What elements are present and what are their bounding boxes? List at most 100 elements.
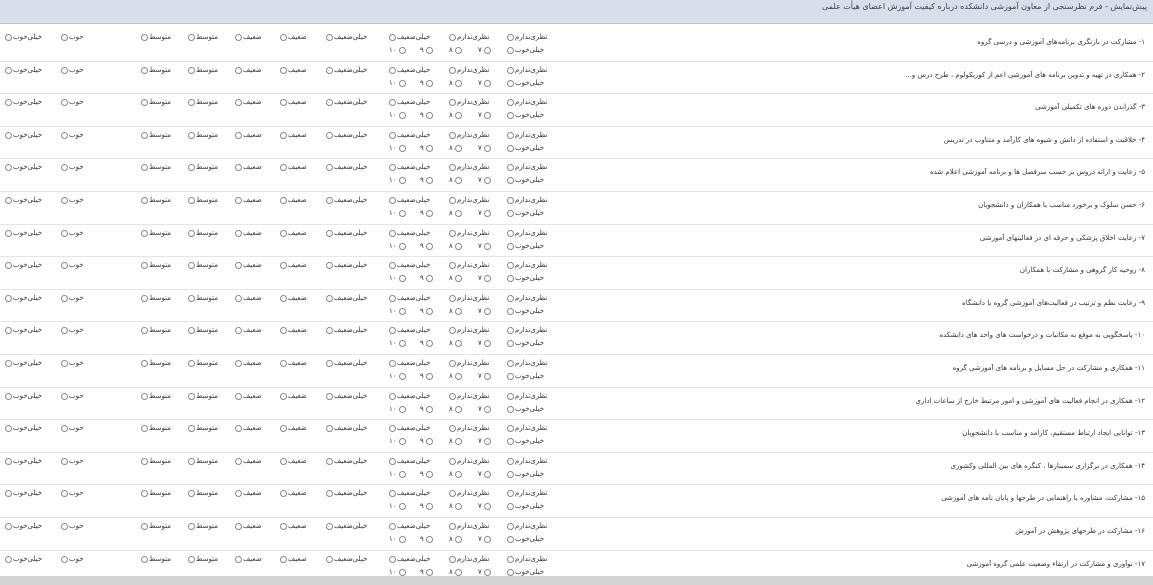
- radio-button[interactable]: [449, 359, 456, 367]
- option-very-poor[interactable]: خیلی‌ضعیف: [389, 359, 430, 368]
- option-no-opinion[interactable]: نظری‌ندارم: [507, 457, 547, 466]
- radio-button[interactable]: [398, 112, 406, 120]
- option-very-poor[interactable]: خیلی‌ضعیف: [326, 261, 367, 270]
- option-average[interactable]: متوسط: [141, 98, 171, 107]
- option-good[interactable]: خوب: [61, 261, 84, 270]
- option-very-poor[interactable]: خیلی‌ضعیف: [389, 489, 430, 498]
- option-very-good[interactable]: خیلی‌خوب: [507, 46, 544, 55]
- radio-button[interactable]: [454, 112, 462, 120]
- option-poor[interactable]: ضعیف: [280, 229, 307, 238]
- radio-button[interactable]: [280, 522, 287, 530]
- radio-button[interactable]: [507, 470, 514, 478]
- option-average[interactable]: متوسط: [141, 66, 171, 75]
- option-no-opinion[interactable]: نظری‌ندارم: [449, 522, 489, 531]
- option-very-good[interactable]: خیلی‌خوب: [507, 307, 544, 316]
- option-n7[interactable]: ۷: [478, 242, 491, 251]
- radio-button[interactable]: [235, 66, 242, 74]
- option-no-opinion[interactable]: نظری‌ندارم: [507, 131, 547, 140]
- option-poor[interactable]: ضعیف: [235, 489, 262, 498]
- radio-button[interactable]: [141, 196, 148, 204]
- radio-button[interactable]: [507, 112, 514, 120]
- radio-button[interactable]: [483, 307, 491, 315]
- option-poor[interactable]: ضعیف: [280, 163, 307, 172]
- radio-button[interactable]: [483, 438, 491, 446]
- option-n10[interactable]: ۱۰: [389, 535, 406, 544]
- option-n9[interactable]: ۹: [420, 274, 433, 283]
- option-average[interactable]: متوسط: [188, 359, 218, 368]
- radio-button[interactable]: [398, 568, 406, 576]
- radio-button[interactable]: [454, 372, 462, 380]
- radio-button[interactable]: [5, 229, 12, 237]
- option-very-poor[interactable]: خیلی‌ضعیف: [389, 163, 430, 172]
- option-no-opinion[interactable]: نظری‌ندارم: [449, 489, 489, 498]
- option-good[interactable]: خوب: [61, 196, 84, 205]
- radio-button[interactable]: [483, 47, 491, 54]
- option-very-poor[interactable]: خیلی‌ضعیف: [389, 196, 430, 205]
- option-very-good[interactable]: خیلی‌خوب: [507, 339, 544, 348]
- radio-button[interactable]: [188, 196, 195, 204]
- radio-button[interactable]: [398, 242, 406, 250]
- option-very-good[interactable]: خیلی‌خوب: [5, 33, 42, 42]
- option-n10[interactable]: ۱۰: [389, 46, 406, 55]
- radio-button[interactable]: [389, 457, 396, 465]
- option-average[interactable]: متوسط: [188, 326, 218, 335]
- radio-button[interactable]: [61, 457, 68, 465]
- option-n7[interactable]: ۷: [478, 79, 491, 88]
- radio-button[interactable]: [141, 262, 148, 270]
- radio-button[interactable]: [5, 327, 12, 335]
- option-n7[interactable]: ۷: [478, 111, 491, 120]
- option-average[interactable]: متوسط: [188, 196, 218, 205]
- option-poor[interactable]: ضعیف: [280, 131, 307, 140]
- radio-button[interactable]: [449, 196, 456, 204]
- radio-button[interactable]: [507, 47, 514, 54]
- radio-button[interactable]: [141, 229, 148, 237]
- option-no-opinion[interactable]: نظری‌ندارم: [449, 131, 489, 140]
- radio-button[interactable]: [141, 425, 148, 433]
- radio-button[interactable]: [389, 66, 396, 74]
- radio-button[interactable]: [398, 144, 406, 152]
- radio-button[interactable]: [425, 177, 433, 185]
- radio-button[interactable]: [483, 372, 491, 380]
- option-n10[interactable]: ۱۰: [389, 111, 406, 120]
- option-good[interactable]: خوب: [61, 424, 84, 433]
- radio-button[interactable]: [454, 470, 462, 478]
- option-n10[interactable]: ۱۰: [389, 502, 406, 511]
- option-n9[interactable]: ۹: [420, 470, 433, 479]
- option-n10[interactable]: ۱۰: [389, 144, 406, 153]
- radio-button[interactable]: [141, 327, 148, 335]
- radio-button[interactable]: [280, 555, 287, 563]
- option-n8[interactable]: ۸: [449, 274, 462, 283]
- option-average[interactable]: متوسط: [188, 457, 218, 466]
- radio-button[interactable]: [5, 294, 12, 302]
- radio-button[interactable]: [389, 522, 396, 530]
- option-very-poor[interactable]: خیلی‌ضعیف: [326, 294, 367, 303]
- option-n9[interactable]: ۹: [420, 437, 433, 446]
- radio-button[interactable]: [235, 490, 242, 498]
- radio-button[interactable]: [398, 275, 406, 283]
- option-average[interactable]: متوسط: [141, 261, 171, 270]
- radio-button[interactable]: [507, 131, 514, 139]
- radio-button[interactable]: [425, 144, 433, 152]
- option-n9[interactable]: ۹: [420, 372, 433, 381]
- option-no-opinion[interactable]: نظری‌ندارم: [449, 66, 489, 75]
- option-poor[interactable]: ضعیف: [280, 555, 307, 564]
- radio-button[interactable]: [61, 327, 68, 335]
- radio-button[interactable]: [389, 294, 396, 302]
- radio-button[interactable]: [449, 34, 456, 41]
- radio-button[interactable]: [398, 177, 406, 185]
- option-very-good[interactable]: خیلی‌خوب: [5, 555, 42, 564]
- option-n7[interactable]: ۷: [478, 209, 491, 218]
- option-very-good[interactable]: خیلی‌خوب: [507, 470, 544, 479]
- option-average[interactable]: متوسط: [141, 489, 171, 498]
- option-poor[interactable]: ضعیف: [280, 522, 307, 531]
- option-no-opinion[interactable]: نظری‌ندارم: [507, 392, 547, 401]
- option-average[interactable]: متوسط: [188, 489, 218, 498]
- radio-button[interactable]: [449, 99, 456, 107]
- option-n9[interactable]: ۹: [420, 535, 433, 544]
- radio-button[interactable]: [507, 568, 514, 576]
- option-n8[interactable]: ۸: [449, 242, 462, 251]
- option-n7[interactable]: ۷: [478, 372, 491, 381]
- option-no-opinion[interactable]: نظری‌ندارم: [449, 229, 489, 238]
- radio-button[interactable]: [449, 229, 456, 237]
- radio-button[interactable]: [507, 503, 514, 511]
